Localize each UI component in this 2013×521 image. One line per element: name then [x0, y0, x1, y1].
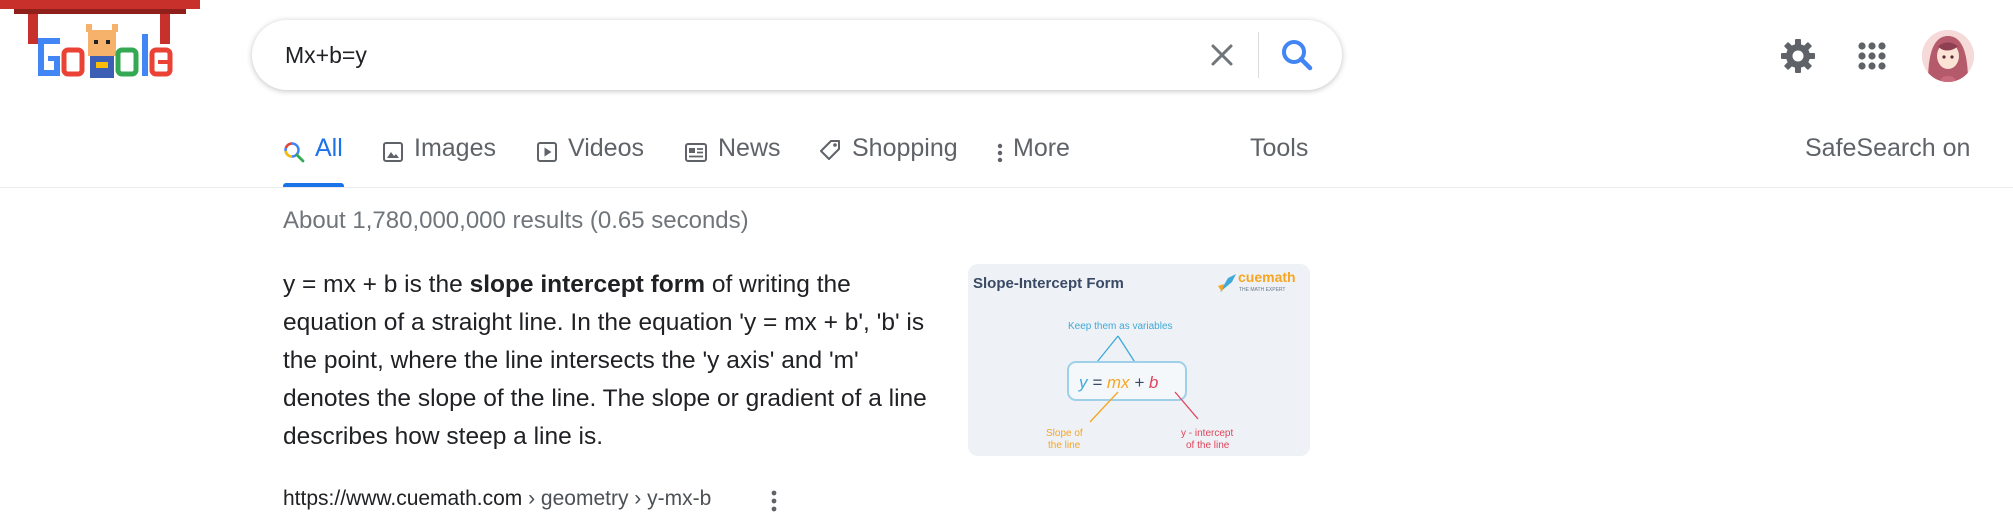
tab-images[interactable]: Images — [382, 134, 496, 184]
result-stats: About 1,780,000,000 results (0.65 second… — [283, 207, 749, 234]
cite-domain: https://www.cuemath.com — [283, 487, 523, 510]
thumb-formula: y = mx + b — [1078, 373, 1158, 392]
thumb-title: Slope-Intercept Form — [973, 275, 1124, 292]
news-icon — [685, 143, 707, 162]
brand-name: cuemath — [1238, 269, 1296, 285]
note-variables: Keep them as variables — [1068, 321, 1173, 332]
tab-label: Images — [414, 134, 496, 162]
tag-icon — [820, 140, 840, 160]
image-icon — [383, 142, 403, 162]
snippet-text-start: y = mx + b is the — [283, 271, 470, 298]
more-vertical-icon — [997, 143, 1003, 163]
tab-shopping[interactable]: Shopping — [818, 134, 958, 184]
google-doodle-logo[interactable] — [0, 0, 200, 100]
tab-label: Videos — [568, 134, 644, 162]
google-apps-icon[interactable] — [1852, 36, 1892, 76]
search-icon — [284, 142, 305, 163]
label-slope-2: the line — [1048, 440, 1081, 451]
tab-label: News — [718, 134, 781, 162]
label-slope-1: Slope of — [1046, 428, 1083, 439]
tab-label: More — [1013, 134, 1070, 162]
snippet-highlight: slope intercept form — [469, 271, 706, 298]
featured-snippet-image[interactable]: Slope-Intercept Form cuemath THE MATH EX… — [968, 264, 1310, 456]
tab-label: All — [315, 134, 343, 162]
brand-tagline: THE MATH EXPERT — [1239, 287, 1286, 293]
tab-more[interactable]: More — [993, 134, 1070, 184]
tab-label: Shopping — [852, 134, 958, 162]
search-box-divider — [1258, 32, 1259, 78]
result-menu-icon[interactable] — [762, 486, 786, 516]
result-source-link[interactable]: https://www.cuemath.com › geometry › y-m… — [283, 487, 711, 511]
settings-gear-icon[interactable] — [1778, 36, 1818, 76]
safesearch-toggle[interactable]: SafeSearch on — [1805, 134, 1970, 163]
label-intercept-2: of the line — [1186, 440, 1230, 451]
tools-button[interactable]: Tools — [1250, 134, 1308, 163]
play-icon — [537, 142, 557, 162]
tab-all[interactable]: All — [283, 134, 343, 184]
featured-snippet-text: y = mx + b is the slope intercept form o… — [283, 266, 933, 456]
tab-news[interactable]: News — [684, 134, 781, 184]
account-avatar[interactable] — [1922, 30, 1974, 82]
search-input[interactable]: Mx+b=y — [285, 42, 367, 69]
header-divider — [0, 187, 2013, 188]
search-box[interactable]: Mx+b=y — [252, 20, 1342, 90]
search-icon[interactable] — [1277, 35, 1317, 75]
cite-path: › geometry › y-mx-b — [522, 487, 712, 510]
label-intercept-1: y - intercept — [1181, 428, 1233, 439]
clear-search-icon[interactable] — [1202, 35, 1242, 75]
tab-videos[interactable]: Videos — [536, 134, 644, 184]
